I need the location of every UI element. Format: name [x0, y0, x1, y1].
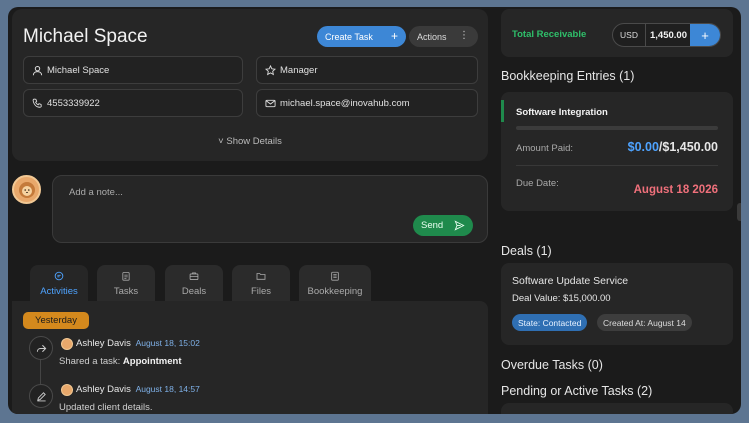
star-icon [265, 64, 276, 75]
edit-icon-circle [29, 384, 53, 408]
show-details-label: Show Details [226, 136, 282, 147]
ledger-icon [331, 271, 339, 281]
amount-paid-value: $0.00/$1,450.00 [628, 140, 718, 154]
share-icon-circle [29, 336, 53, 360]
receivable-amount: 1,450.00 [650, 29, 687, 41]
deal-value: Deal Value: $15,000.00 [512, 293, 611, 304]
created-at-badge: Created At: August 14 [597, 314, 692, 331]
edit-icon [36, 391, 46, 401]
user-icon [32, 65, 43, 75]
role-value: Manager [280, 64, 318, 76]
phone-field[interactable]: 4553339922 [23, 89, 243, 117]
tab-bookkeeping[interactable]: Bookkeeping [299, 265, 371, 301]
status-badge: State: Contacted [512, 314, 588, 331]
actions-button[interactable]: Actions ⋮ [409, 26, 478, 47]
total-amount: /$1,450.00 [658, 140, 718, 154]
activity-text: Shared a task: Appointment [59, 356, 182, 367]
tab-label: Deals [181, 286, 207, 297]
plus-icon: + [701, 27, 709, 43]
scrollbar-handle[interactable] [737, 203, 741, 221]
tab-deals[interactable]: Deals [165, 265, 223, 301]
divider [516, 165, 718, 166]
client-profile-card: Michael Space Create Task + Actions ⋮ Mi… [12, 9, 488, 161]
clipboard-icon [122, 272, 130, 281]
entry-accent-bar [501, 100, 504, 122]
mail-icon [265, 99, 276, 107]
activity-timeline: Yesterday Ashley Davis August 18, 15:02 … [12, 301, 488, 414]
page-title: Michael Space [23, 26, 148, 47]
deals-section-title: Deals (1) [501, 244, 552, 258]
send-icon [454, 220, 465, 231]
bookkeeping-entry-card[interactable]: Software Integration Amount Paid: $0.00/… [501, 92, 733, 211]
activity-detail[interactable]: Appointment [123, 356, 182, 367]
activity-user: Ashley Davis [76, 384, 131, 395]
client-detail-page: Michael Space Create Task + Actions ⋮ Mi… [8, 7, 741, 414]
total-receivable-card: Total Receivable USD 1,450.00 + [501, 9, 733, 57]
contact-name-value: Michael Space [47, 64, 110, 76]
add-receivable-button[interactable]: + [690, 24, 720, 46]
due-date-label: Due Date: [516, 178, 559, 189]
day-badge: Yesterday [23, 312, 89, 329]
list-item: Ashley Davis August 18, 15:02 [76, 338, 200, 349]
plus-icon: + [390, 29, 398, 43]
tab-activities[interactable]: Activities [30, 265, 88, 301]
tab-label: Bookkeeping [307, 286, 363, 297]
send-label: Send [421, 220, 444, 231]
briefcase-icon [189, 272, 199, 281]
create-task-label: Create Task [325, 31, 373, 42]
avatar [61, 384, 73, 396]
paid-amount: $0.00 [627, 140, 659, 154]
due-date-value: August 18 2026 [633, 184, 718, 196]
list-item: Ashley Davis August 18, 14:57 [76, 384, 200, 395]
activity-text: Updated client details. [59, 402, 153, 413]
currency-select[interactable]: USD [613, 24, 646, 46]
receivable-amount-group: USD 1,450.00 + [612, 23, 721, 47]
tab-label: Tasks [113, 286, 139, 297]
phone-icon [32, 98, 42, 108]
chat-icon [54, 271, 64, 281]
create-task-button[interactable]: Create Task + [317, 26, 406, 47]
tab-files[interactable]: Files [232, 265, 290, 301]
avatar [12, 175, 41, 204]
total-receivable-label: Total Receivable [512, 29, 587, 40]
folder-icon [256, 273, 266, 280]
note-composer: Add a note... Send [52, 175, 488, 243]
role-field[interactable]: Manager [256, 56, 478, 84]
share-icon [36, 344, 46, 352]
email-field[interactable]: michael.space@inovahub.com [256, 89, 478, 117]
show-details-toggle[interactable]: ˅ Show Details [12, 136, 488, 147]
overdue-tasks-title: Overdue Tasks (0) [501, 358, 603, 372]
right-sidebar: Total Receivable USD 1,450.00 + Bookkeep… [501, 7, 741, 414]
deal-title: Software Update Service [512, 275, 629, 287]
entry-title: Software Integration [516, 107, 608, 118]
avatar [61, 338, 73, 350]
lion-avatar-icon [18, 181, 35, 198]
tab-label: Activities [40, 286, 78, 297]
bookkeeping-section-title: Bookkeeping Entries (1) [501, 69, 635, 83]
pending-tasks-title: Pending or Active Tasks (2) [501, 384, 653, 398]
window-frame: Michael Space Create Task + Actions ⋮ Mi… [0, 0, 749, 423]
kebab-menu-icon: ⋮ [459, 30, 469, 41]
email-value: michael.space@inovahub.com [280, 97, 410, 109]
amount-paid-label: Amount Paid: [516, 143, 574, 154]
send-button[interactable]: Send [413, 215, 473, 236]
note-input[interactable]: Add a note... [69, 187, 123, 198]
contact-name-field[interactable]: Michael Space [23, 56, 243, 84]
deal-card[interactable]: Software Update Service Deal Value: $15,… [501, 263, 733, 345]
actions-label: Actions [417, 31, 447, 42]
tab-tasks[interactable]: Tasks [97, 265, 155, 301]
activity-time: August 18, 15:02 [135, 338, 200, 348]
phone-value: 4553339922 [47, 97, 100, 109]
payment-progress-bar [516, 126, 718, 130]
tab-label: Files [250, 286, 272, 297]
activity-time: August 18, 14:57 [135, 384, 200, 394]
chevron-down-icon: ˅ [218, 136, 224, 147]
pending-task-card[interactable] [501, 403, 733, 414]
activity-user: Ashley Davis [76, 338, 131, 349]
